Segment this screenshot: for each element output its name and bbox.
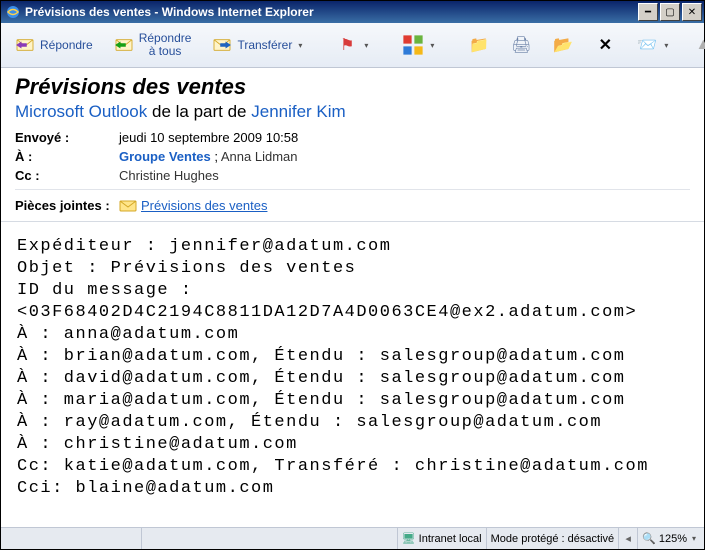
forward-icon xyxy=(211,36,233,54)
open-folder-button[interactable]: 📂 xyxy=(545,31,581,59)
print-button[interactable]: 🖨 xyxy=(503,31,539,59)
message-header: Prévisions des ventes Microsoft Outlook … xyxy=(1,68,704,222)
zoom-icon: 🔍 xyxy=(642,532,656,545)
protected-mode-text: Mode protégé : désactivé xyxy=(491,533,615,545)
reply-label: Répondre xyxy=(40,39,93,52)
subject: Prévisions des ventes xyxy=(15,74,690,100)
move-button[interactable]: 📁 xyxy=(461,31,497,59)
reply-all-label: Répondre à tous xyxy=(139,32,192,58)
cc-row: Cc : Christine Hughes xyxy=(15,168,690,183)
security-zone[interactable]: 🖥 Intranet local xyxy=(397,528,486,549)
computer-icon: 🖥 xyxy=(402,532,416,545)
rules-button[interactable]: 📨 ▾ xyxy=(629,31,679,59)
zoom-selector[interactable]: ◂ xyxy=(618,528,637,549)
close-button[interactable]: ✕ xyxy=(682,3,702,21)
to-label: À : xyxy=(15,149,119,164)
chevron-down-icon: ▾ xyxy=(692,534,700,543)
status-spacer xyxy=(141,528,397,549)
rules-icon: 📨 xyxy=(636,36,658,54)
zone-text: Intranet local xyxy=(419,533,482,545)
chevron-down-icon: ▾ xyxy=(664,41,672,50)
from-product[interactable]: Microsoft Outlook xyxy=(15,102,147,121)
folder-move-icon: 📁 xyxy=(468,36,490,54)
attachment-link[interactable]: Prévisions des ventes xyxy=(141,198,267,213)
zoom-control[interactable]: 🔍 125% ▾ xyxy=(637,528,704,549)
forward-button[interactable]: Transférer ▾ xyxy=(204,31,313,59)
sent-row: Envoyé : jeudi 10 septembre 2009 10:58 xyxy=(15,130,690,145)
category-grid-icon xyxy=(402,36,424,54)
to-sep: ; xyxy=(211,149,221,164)
from-person[interactable]: Jennifer Kim xyxy=(251,102,345,121)
attachment-icon xyxy=(119,199,137,213)
maximize-button[interactable]: ▢ xyxy=(660,3,680,21)
message-body[interactable]: Expéditeur : jennifer@adatum.com Objet :… xyxy=(1,222,704,527)
delete-button[interactable]: ✕ xyxy=(587,31,623,59)
previous-button[interactable]: ▲ xyxy=(685,31,705,59)
chevron-down-icon: ▾ xyxy=(298,41,306,50)
reply-all-icon xyxy=(113,36,135,54)
minimize-button[interactable]: ━ xyxy=(638,3,658,21)
cc-person[interactable]: Christine Hughes xyxy=(119,168,219,183)
delete-icon: ✕ xyxy=(594,36,616,54)
reply-icon xyxy=(14,36,36,54)
toolbar: Répondre Répondre à tous Transférer ▾ ⚑ … xyxy=(1,23,704,68)
to-group-link[interactable]: Groupe Ventes xyxy=(119,149,211,164)
attachments-label: Pièces jointes : xyxy=(15,198,119,213)
window-title: Prévisions des ventes - Windows Internet… xyxy=(25,5,314,19)
ie-icon xyxy=(5,4,21,20)
reply-button[interactable]: Répondre xyxy=(7,31,100,59)
sent-value: jeudi 10 septembre 2009 10:58 xyxy=(119,130,298,145)
chevron-down-icon: ▾ xyxy=(364,41,372,50)
zoom-out-icon: ◂ xyxy=(623,532,633,545)
protected-mode[interactable]: Mode protégé : désactivé xyxy=(486,528,619,549)
from-line: Microsoft Outlook de la part de Jennifer… xyxy=(15,102,690,122)
flag-icon: ⚑ xyxy=(336,36,358,54)
to-person[interactable]: Anna Lidman xyxy=(221,149,298,164)
printer-icon: 🖨 xyxy=(510,36,532,54)
arrow-up-icon: ▲ xyxy=(692,36,705,54)
attachments-row: Pièces jointes : Prévisions des ventes xyxy=(15,189,690,213)
reply-all-button[interactable]: Répondre à tous xyxy=(106,27,199,63)
sent-label: Envoyé : xyxy=(15,130,119,145)
forward-label: Transférer xyxy=(237,39,292,52)
to-row: À : Groupe Ventes ; Anna Lidman xyxy=(15,149,690,164)
folder-open-icon: 📂 xyxy=(552,36,574,54)
from-connector: de la part de xyxy=(147,102,251,121)
status-bar: 🖥 Intranet local Mode protégé : désactiv… xyxy=(1,527,704,549)
title-bar: Prévisions des ventes - Windows Internet… xyxy=(1,1,704,23)
zoom-value: 125% xyxy=(659,533,687,545)
flag-button[interactable]: ⚑ ▾ xyxy=(329,31,379,59)
categories-button[interactable]: ▾ xyxy=(395,31,445,59)
cc-label: Cc : xyxy=(15,168,119,183)
chevron-down-icon: ▾ xyxy=(430,41,438,50)
